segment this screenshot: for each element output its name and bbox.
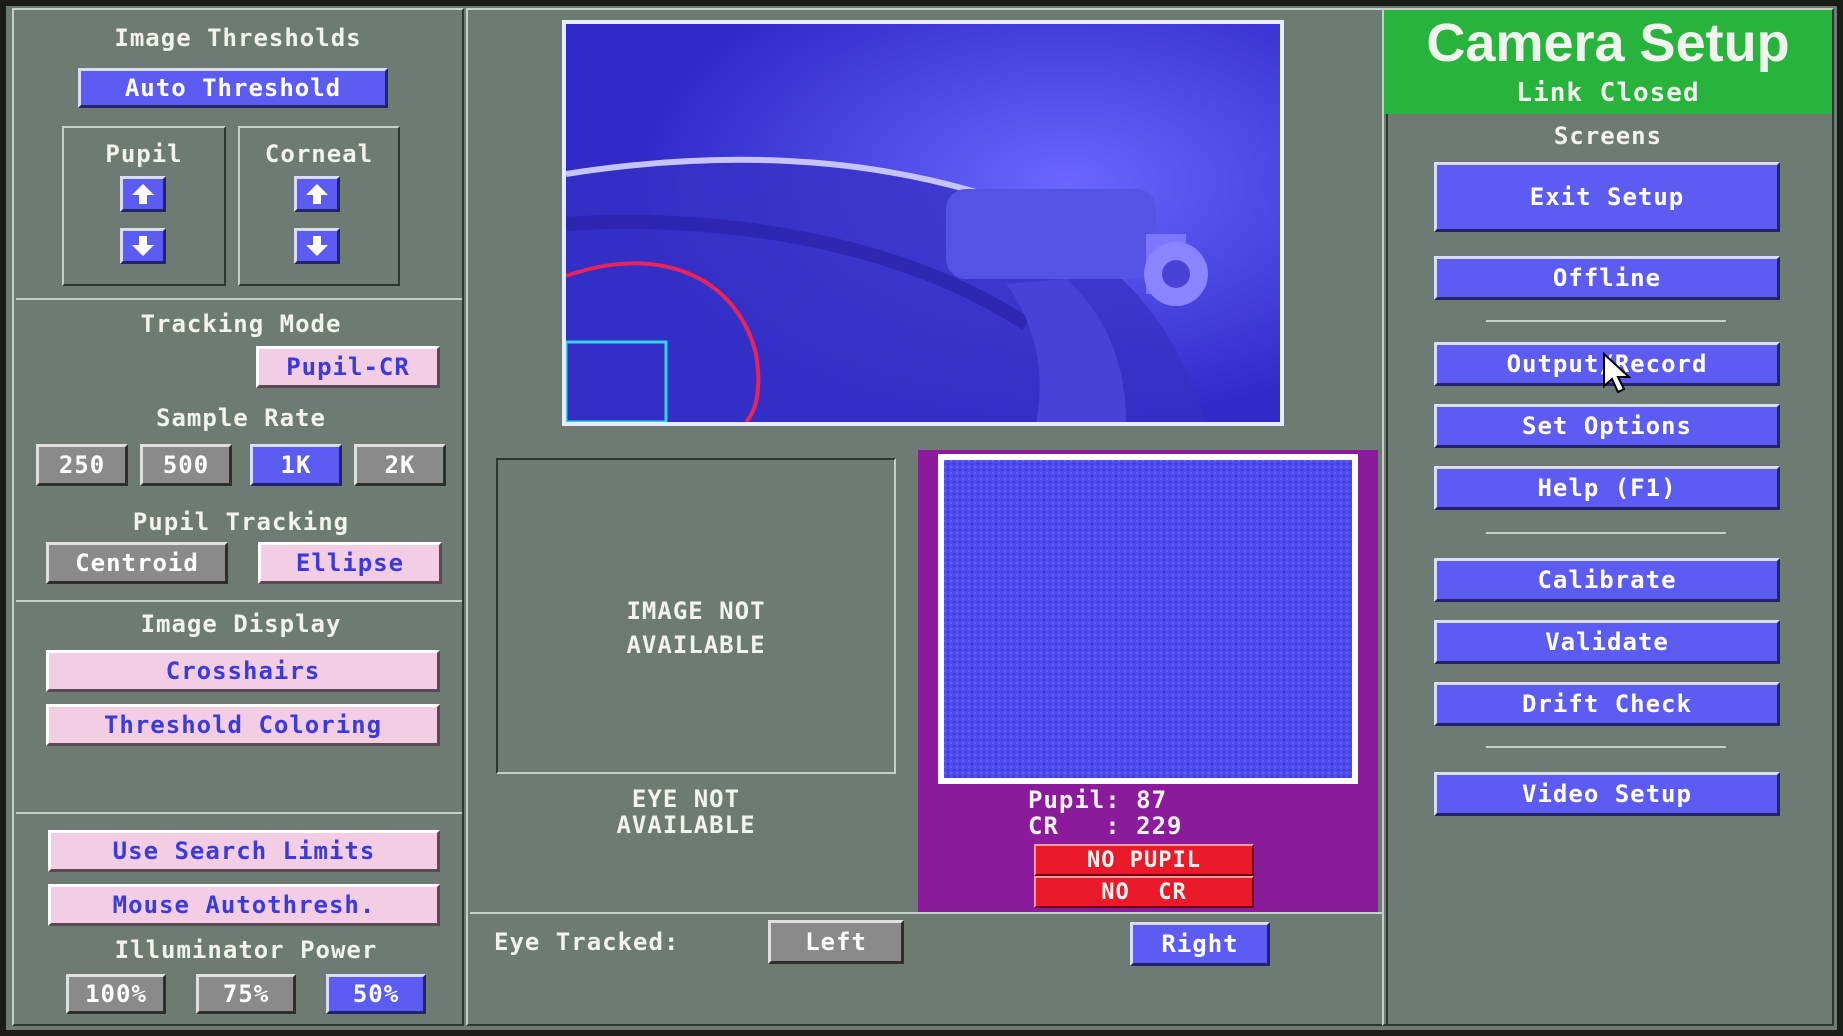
bracket-shape [946,189,1156,279]
camera-image [566,24,1280,422]
pupil-threshold-box: Pupil [62,126,226,286]
left-divider-3 [16,812,462,814]
left-divider-1 [16,298,462,300]
image-thresholds-section: Image Thresholds Auto Threshold Pupil Co… [14,10,462,298]
image-thresholds-title: Image Thresholds [114,24,362,52]
right-eye-panel: Pupil: 87 CR : 229 NO PUPIL NO CR [918,450,1378,914]
calibrate-button[interactable]: Calibrate [1434,558,1780,602]
image-display-title: Image Display [140,610,342,638]
arrow-down-icon [306,236,328,256]
arrow-up-icon [132,184,154,204]
tracking-mode-title: Tracking Mode [140,310,342,338]
offline-button[interactable]: Offline [1434,256,1780,300]
pupil-tracking-title: Pupil Tracking [132,508,350,536]
screens-divider-2 [1486,532,1726,534]
mouse-pointer-icon [1603,352,1632,394]
use-search-limits-button[interactable]: Use Search Limits [48,830,440,872]
pupil-readout: Pupil: 87 [1028,786,1168,814]
center-divider [470,912,1384,914]
left-eye-status: EYE NOT AVAILABLE [616,785,756,839]
arrow-up-icon [306,184,328,204]
eye-noise-image [944,460,1352,778]
left-eye-image-status: IMAGE NOT AVAILABLE [626,597,766,659]
cr-readout: CR : 229 [1028,812,1183,840]
eye-tracked-left-button[interactable]: Left [768,920,904,964]
screens-divider-3 [1486,746,1726,748]
illuminator-power-title: Illuminator Power [114,936,378,964]
corneal-threshold-box: Corneal [238,126,400,286]
link-status: Link Closed [1516,78,1700,108]
pupil-threshold-label: Pupil [105,140,183,168]
auto-threshold-button[interactable]: Auto Threshold [78,68,388,108]
illuminator-75-button[interactable]: 75% [196,974,296,1014]
right-panel [1382,8,1834,1026]
screens-divider-1 [1486,320,1726,322]
no-pupil-text: NO PUPIL [1087,848,1201,873]
set-options-button[interactable]: Set Options [1434,404,1780,448]
screens-title: Screens [1553,122,1663,150]
eye-noise-fill [944,460,1352,778]
sample-rate-250-button[interactable]: 250 [36,444,128,486]
sample-rate-2k-button[interactable]: 2K [354,444,446,486]
crosshairs-button[interactable]: Crosshairs [46,650,440,692]
corneal-threshold-label: Corneal [264,140,374,168]
corneal-threshold-down-button[interactable] [294,228,340,264]
drift-check-button[interactable]: Drift Check [1434,682,1780,726]
global-camera-view [562,20,1284,426]
sample-rate-1k-button[interactable]: 1K [250,444,342,486]
no-pupil-alert: NO PUPIL [1034,844,1254,876]
pupil-tracking-ellipse-button[interactable]: Ellipse [258,542,442,584]
exit-setup-button[interactable]: Exit Setup [1434,162,1780,232]
camera-setup-header: Camera Setup Link Closed [1384,10,1832,114]
pupil-threshold-up-button[interactable] [120,176,166,212]
no-cr-text: NO CR [1101,880,1187,905]
eye-tracked-right-button[interactable]: Right [1130,922,1270,966]
sample-rate-500-button[interactable]: 500 [140,444,232,486]
help-button[interactable]: Help (F1) [1434,466,1780,510]
left-divider-2 [16,600,462,602]
camera-setup-title: Camera Setup [1426,13,1790,73]
pupil-tracking-centroid-button[interactable]: Centroid [46,542,228,584]
illuminator-100-button[interactable]: 100% [66,974,166,1014]
knob-center [1162,260,1190,288]
tracking-mode-button[interactable]: Pupil-CR [256,346,440,388]
sample-rate-title: Sample Rate [156,404,326,432]
eye-tracked-label: Eye Tracked: [494,928,680,956]
threshold-coloring-button[interactable]: Threshold Coloring [46,704,440,746]
left-eye-image-box: IMAGE NOT AVAILABLE [496,458,896,774]
corneal-threshold-up-button[interactable] [294,176,340,212]
arrow-down-icon [132,236,154,256]
no-cr-alert: NO CR [1034,876,1254,908]
illuminator-50-button[interactable]: 50% [326,974,426,1014]
validate-button[interactable]: Validate [1434,620,1780,664]
mouse-autothresh-button[interactable]: Mouse Autothresh. [48,884,440,926]
camera-setup-screen: Image Thresholds Auto Threshold Pupil Co… [6,6,1837,1030]
pupil-threshold-down-button[interactable] [120,228,166,264]
video-setup-button[interactable]: Video Setup [1434,772,1780,816]
right-eye-image [938,454,1358,784]
